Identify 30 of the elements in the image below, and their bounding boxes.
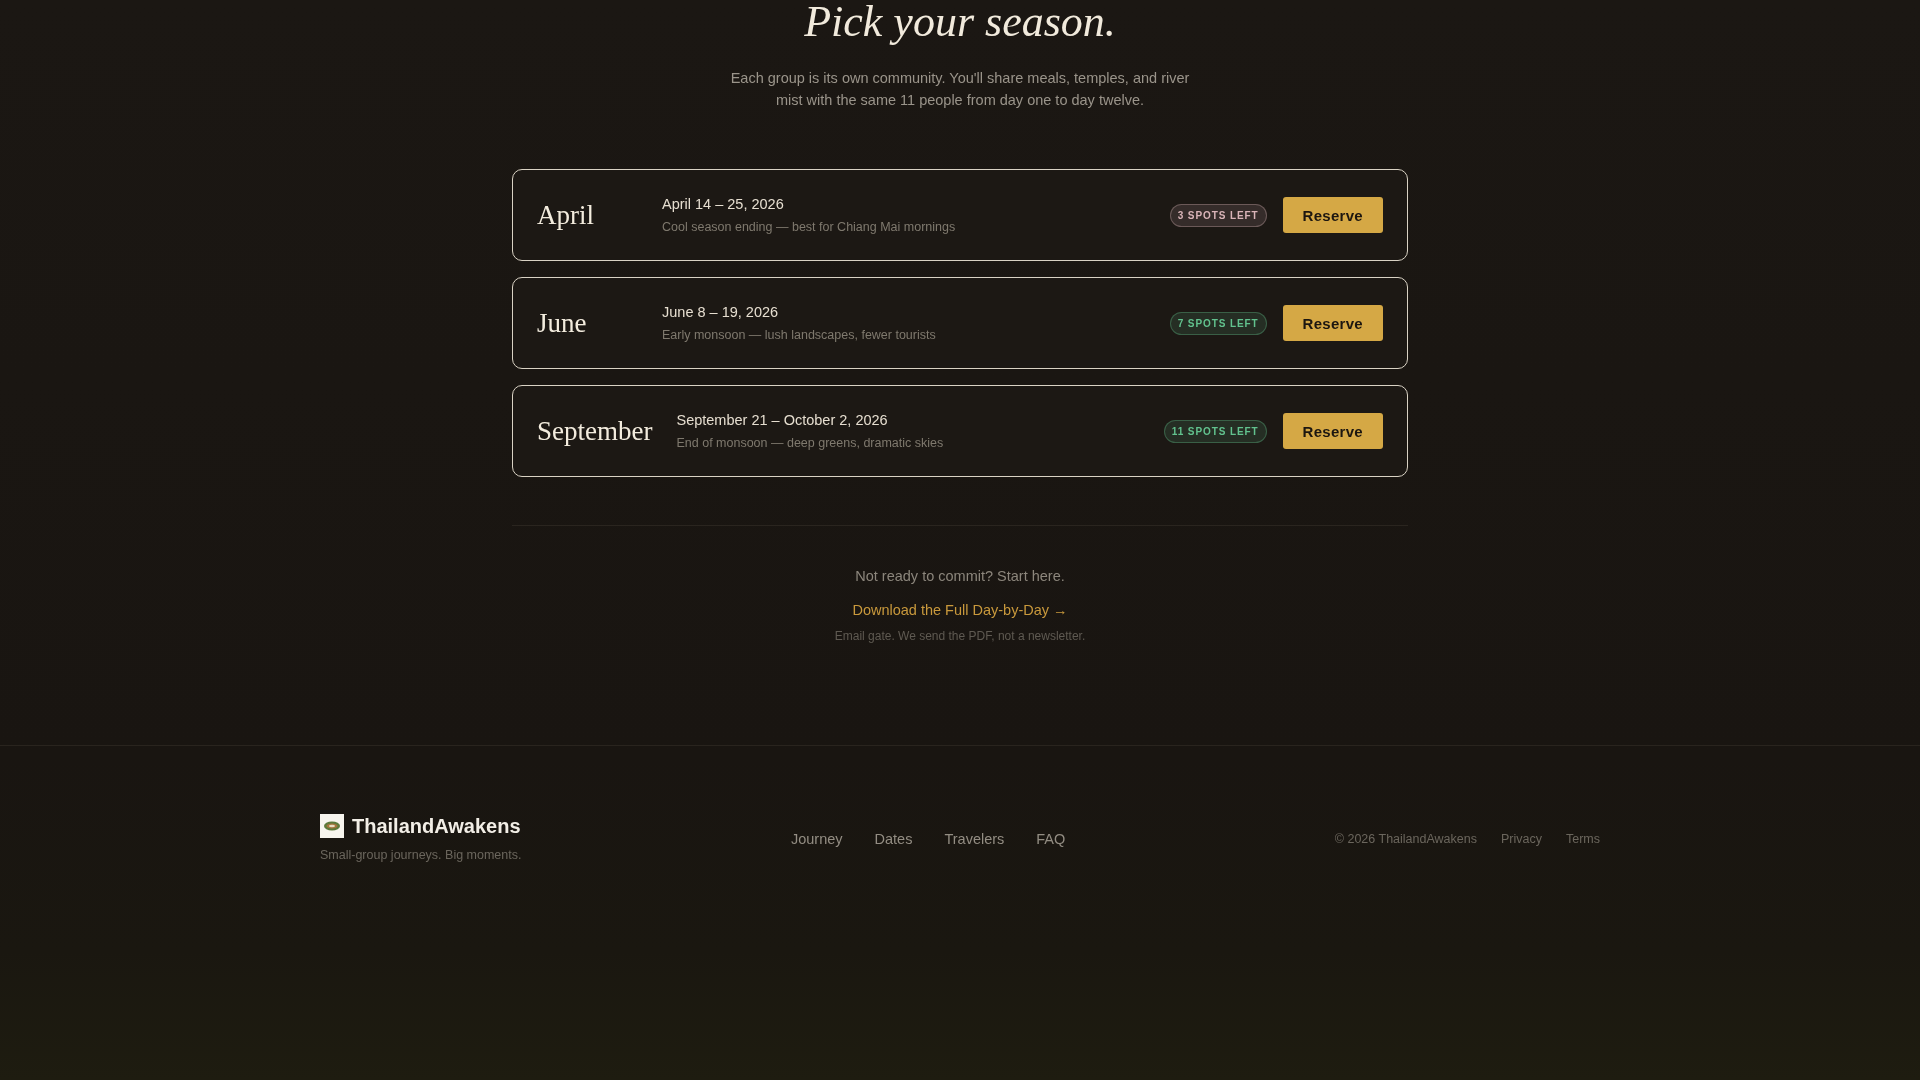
date-range: September 21 – October 2, 2026	[676, 411, 889, 430]
reserve-button[interactable]: Reserve	[1282, 197, 1383, 233]
footer-nav-link[interactable]: FAQ	[1036, 831, 1066, 847]
cta-prompt: Not ready to commit? Start here.	[855, 567, 1065, 586]
month-name: September	[537, 415, 653, 447]
reserve-button[interactable]: Reserve	[1282, 305, 1383, 341]
date-range: April 14 – 25, 2026	[662, 195, 785, 214]
date-note: Early monsoon — lush landscapes, fewer tourists	[662, 327, 937, 344]
copyright-text: © 2026 ThailandAwakens	[1334, 832, 1477, 846]
legal-link[interactable]: Terms	[1565, 832, 1600, 846]
month-name: June	[537, 307, 588, 339]
spots-left-tag: 3 SPOTS LEFT	[1169, 203, 1267, 227]
section-description: Each group is its own community. You'll share meals, temples, and river mist with the same 11 people from day one to day twelve.	[730, 69, 1190, 110]
date-range: June 8 – 19, 2026	[662, 303, 780, 322]
brand-tagline: Small-group journeys. Big moments.	[320, 847, 522, 864]
section-heading: Pick your season.	[804, 0, 1116, 44]
footer-nav-link[interactable]: Travelers	[944, 831, 1005, 847]
reserve-button[interactable]: Reserve	[1282, 413, 1383, 449]
footer-nav-link[interactable]: Dates	[874, 831, 913, 847]
date-note: Cool season ending — best for Chiang Mai mornings	[662, 219, 957, 236]
logo-icon	[320, 814, 344, 838]
download-link[interactable]: Download the Full Day-by-Day →	[852, 599, 1068, 621]
download-note: Email gate. We send the PDF, not a newsletter.	[834, 628, 1086, 645]
brand-name: ThailandAwakens	[352, 814, 521, 838]
spots-left-tag: 7 SPOTS LEFT	[1169, 311, 1267, 335]
legal-link[interactable]: Privacy	[1500, 832, 1542, 846]
date-note: End of monsoon — deep greens, dramatic skies	[676, 435, 945, 452]
month-name: April	[537, 199, 595, 231]
spots-left-tag: 11 SPOTS LEFT	[1163, 419, 1267, 443]
footer-nav-link[interactable]: Journey	[790, 831, 843, 847]
